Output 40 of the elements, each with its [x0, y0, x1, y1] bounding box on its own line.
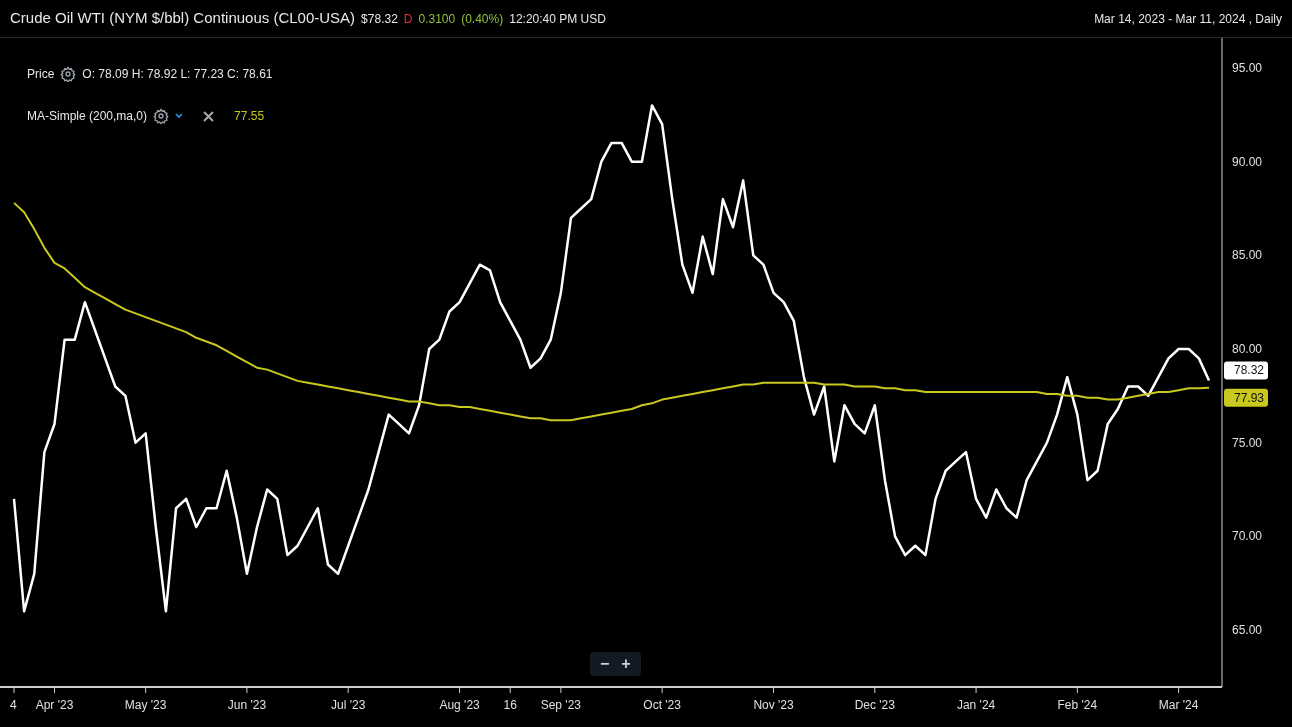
- gear-icon[interactable]: [60, 66, 77, 82]
- indicator-value: 77.55: [234, 108, 265, 125]
- x-axis-label: Feb '24: [1057, 698, 1098, 712]
- x-axis-label: Aug '23: [439, 698, 480, 712]
- zoom-out-button[interactable]: −: [594, 654, 616, 674]
- x-axis-label: Dec '23: [854, 698, 895, 712]
- y-axis-label: 90.00: [1232, 154, 1263, 169]
- x-axis-label: Jul '23: [331, 698, 366, 712]
- quote-time: 12:20:40 PM USD: [509, 11, 606, 29]
- x-axis-label: Jan '24: [956, 698, 996, 712]
- y-axis-label: 75.00: [1232, 435, 1263, 450]
- x-axis-label: Nov '23: [753, 698, 794, 712]
- gear-icon[interactable]: [153, 108, 170, 124]
- direction-indicator: D: [403, 11, 413, 29]
- legend-label: Price: [27, 66, 55, 83]
- price-change-percent: (0.40%): [461, 11, 504, 29]
- price-change: 0.3100: [418, 11, 456, 29]
- x-axis-label: Sep '23: [540, 698, 582, 712]
- zoom-in-button[interactable]: +: [615, 654, 637, 674]
- price-tag: 78.32: [1224, 361, 1268, 380]
- x-axis-label: Jun '23: [227, 698, 267, 712]
- y-axis-label: 80.00: [1232, 342, 1263, 356]
- legend-label: MA-Simple (200,ma,0): [27, 108, 148, 125]
- instrument-title: Crude Oil WTI (NYM $/bbl) Continuous (CL00-USA): [10, 8, 356, 29]
- x-axis-label: May '23: [124, 698, 167, 712]
- y-axis-label: 65.00: [1232, 623, 1263, 638]
- x-axis-label: 16: [503, 698, 517, 712]
- close-icon[interactable]: [203, 110, 215, 122]
- chevron-down-icon[interactable]: [175, 113, 184, 119]
- y-axis-label: 70.00: [1232, 529, 1263, 544]
- y-axis-label: 85.00: [1232, 248, 1263, 263]
- ohlc-values: O: 78.09 H: 78.92 L: 77.23 C: 78.61: [82, 66, 273, 83]
- x-axis-label: Oct '23: [643, 698, 681, 712]
- y-axis-label: 95.00: [1232, 61, 1263, 75]
- price-tag: 77.93: [1224, 388, 1268, 407]
- last-price: $78.32: [361, 11, 398, 29]
- x-axis-label: Apr '23: [35, 698, 74, 712]
- date-range: Mar 14, 2023 - Mar 11, 2024 , Daily: [1094, 10, 1282, 28]
- x-axis-label: 4: [10, 698, 17, 712]
- x-axis-label: Mar '24: [1158, 698, 1199, 712]
